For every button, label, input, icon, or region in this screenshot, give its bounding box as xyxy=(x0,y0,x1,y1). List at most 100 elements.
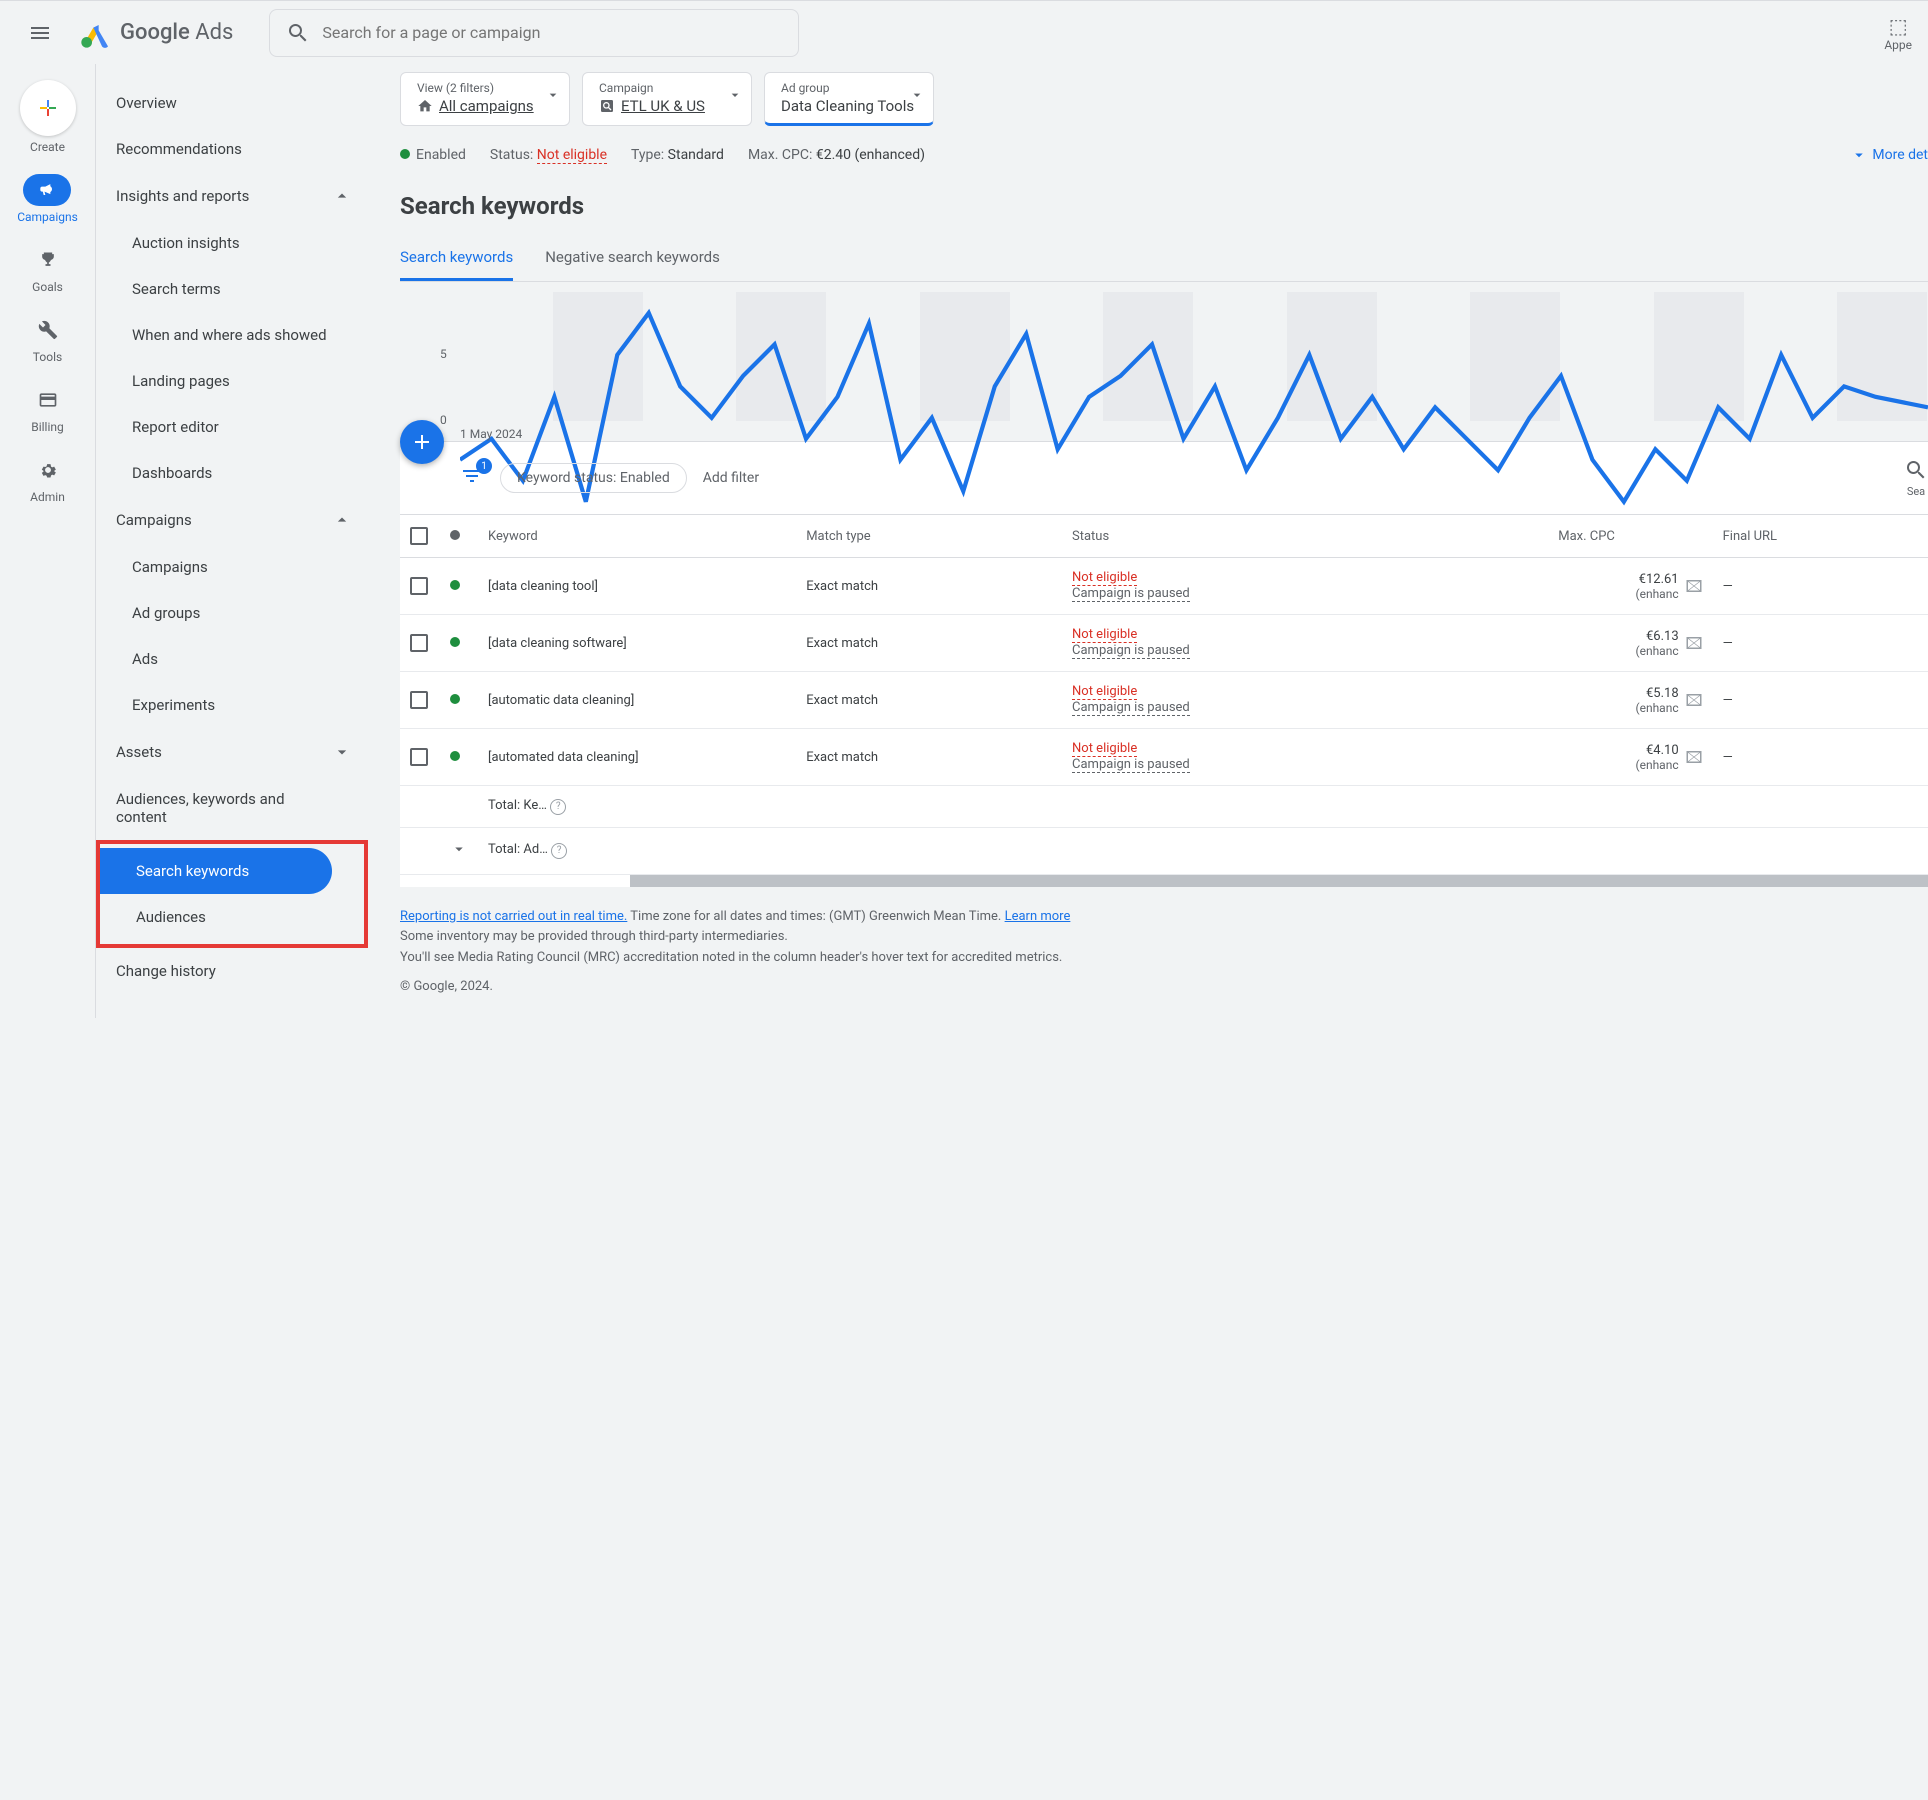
status-cpc: Max. CPC: €2.40 (enhanced) xyxy=(748,147,925,163)
tab-search-keywords[interactable]: Search keywords xyxy=(400,236,513,281)
match-cell: Exact match xyxy=(796,558,1062,615)
dropdown-icon xyxy=(727,87,743,103)
help-icon[interactable]: ? xyxy=(550,799,566,815)
table-row[interactable]: [data cleaning tool] Exact match Not eli… xyxy=(400,558,1928,615)
breadcrumb-adgroup[interactable]: Ad group Data Cleaning Tools xyxy=(764,72,934,126)
status-dot xyxy=(450,637,460,647)
sidebar-assets[interactable]: Assets xyxy=(96,728,376,776)
plus-icon xyxy=(410,430,434,454)
sidebar-search-keywords[interactable]: Search keywords xyxy=(100,848,332,894)
sidebar-dashboards[interactable]: Dashboards xyxy=(96,450,376,496)
row-checkbox[interactable] xyxy=(410,577,428,595)
table-row[interactable]: [data cleaning software] Exact match Not… xyxy=(400,615,1928,672)
sidebar-landing-pages[interactable]: Landing pages xyxy=(96,358,376,404)
sidebar-report-editor[interactable]: Report editor xyxy=(96,404,376,450)
breadcrumb-campaign[interactable]: Campaign ETL UK & US xyxy=(582,72,752,126)
status-dot-header xyxy=(450,530,460,540)
sidebar-when-where[interactable]: When and where ads showed xyxy=(96,312,376,358)
home-icon xyxy=(417,98,433,114)
search-box[interactable] xyxy=(269,9,799,57)
breadcrumb-view[interactable]: View (2 filters) All campaigns xyxy=(400,72,570,126)
row-checkbox[interactable] xyxy=(410,748,428,766)
scrollbar[interactable] xyxy=(630,875,1928,887)
cpc-cell: €12.61(enhanc xyxy=(1461,558,1713,615)
appearance-button[interactable]: ⬚ Appe xyxy=(1884,14,1912,52)
status-dot xyxy=(450,580,460,590)
cpc-cell: €4.10(enhanc xyxy=(1461,729,1713,786)
menu-icon xyxy=(28,21,52,45)
rail-billing[interactable]: Billing xyxy=(24,384,72,434)
select-all-checkbox[interactable] xyxy=(410,527,428,545)
more-details-button[interactable]: More det xyxy=(1850,146,1928,164)
megaphone-icon xyxy=(37,180,57,200)
cpc-cell: €6.13(enhanc xyxy=(1461,615,1713,672)
footer-link-learn[interactable]: Learn more xyxy=(1005,909,1071,924)
table-row[interactable]: [automatic data cleaning] Exact match No… xyxy=(400,672,1928,729)
toolbar-search[interactable]: Sea xyxy=(1904,458,1928,498)
image-off-icon xyxy=(1685,691,1703,709)
filter-button[interactable]: 1 xyxy=(460,464,484,492)
plus-icon xyxy=(36,96,60,120)
match-cell: Exact match xyxy=(796,672,1062,729)
sidebar-overview[interactable]: Overview xyxy=(96,80,376,126)
sidebar-insights[interactable]: Insights and reports xyxy=(96,172,376,220)
keyword-cell: [data cleaning software] xyxy=(478,615,796,672)
sidebar-auction-insights[interactable]: Auction insights xyxy=(96,220,376,266)
card-icon xyxy=(38,390,58,410)
chart: 5 0 1 May 2024 xyxy=(400,292,1928,442)
status-enabled: Enabled xyxy=(400,147,466,163)
sidebar-recommendations[interactable]: Recommendations xyxy=(96,126,376,172)
add-keyword-button[interactable] xyxy=(400,420,444,464)
sidebar-ads[interactable]: Ads xyxy=(96,636,376,682)
row-checkbox[interactable] xyxy=(410,691,428,709)
url-cell: — xyxy=(1713,729,1928,786)
search-icon xyxy=(286,21,310,45)
keyword-cell: [automated data cleaning] xyxy=(478,729,796,786)
cpc-cell: €5.18(enhanc xyxy=(1461,672,1713,729)
highlight-box: Search keywords Audiences xyxy=(96,840,368,948)
sidebar-campaigns[interactable]: Campaigns xyxy=(96,496,376,544)
dropdown-icon xyxy=(545,87,561,103)
chevron-down-icon[interactable] xyxy=(450,840,468,858)
help-icon[interactable]: ? xyxy=(551,843,567,859)
search-small-icon xyxy=(599,98,615,114)
status-cell: Not eligibleCampaign is paused xyxy=(1062,672,1460,729)
total-keywords-row: Total: Ke… ? xyxy=(400,786,1928,828)
status-cell: Not eligibleCampaign is paused xyxy=(1062,615,1460,672)
sidebar-change-history[interactable]: Change history xyxy=(96,948,376,994)
image-off-icon xyxy=(1685,748,1703,766)
filter-chip[interactable]: Keyword status: Enabled xyxy=(500,463,687,493)
footer: Reporting is not carried out in real tim… xyxy=(400,887,1928,1018)
keyword-cell: [data cleaning tool] xyxy=(478,558,796,615)
status-dot xyxy=(450,694,460,704)
status-eligibility: Status: Not eligible xyxy=(490,147,607,163)
rail-tools[interactable]: Tools xyxy=(24,314,72,364)
sidebar-experiments[interactable]: Experiments xyxy=(96,682,376,728)
footer-link-reporting[interactable]: Reporting is not carried out in real tim… xyxy=(400,909,627,924)
status-type: Type: Standard xyxy=(631,147,724,163)
sidebar-audiences-keywords[interactable]: Audiences, keywords and content xyxy=(96,776,376,840)
chevron-down-icon xyxy=(332,742,352,762)
keyword-cell: [automatic data cleaning] xyxy=(478,672,796,729)
url-cell: — xyxy=(1713,672,1928,729)
logo-text-1: Google xyxy=(120,20,190,45)
rail-admin[interactable]: Admin xyxy=(24,454,72,504)
create-button[interactable]: Create xyxy=(20,80,76,154)
logo-text-2: Ads xyxy=(195,20,233,45)
rail-campaigns[interactable]: Campaigns xyxy=(17,174,78,224)
search-input[interactable] xyxy=(322,23,782,42)
row-checkbox[interactable] xyxy=(410,634,428,652)
table-row[interactable]: [automated data cleaning] Exact match No… xyxy=(400,729,1928,786)
status-dot xyxy=(450,751,460,761)
sidebar-ad-groups[interactable]: Ad groups xyxy=(96,590,376,636)
sidebar-campaigns-sub[interactable]: Campaigns xyxy=(96,544,376,590)
url-cell: — xyxy=(1713,558,1928,615)
logo[interactable]: Google Ads xyxy=(80,17,233,49)
rail-goals[interactable]: Goals xyxy=(24,244,72,294)
sidebar-audiences-sub[interactable]: Audiences xyxy=(100,894,356,940)
hamburger-menu[interactable] xyxy=(16,9,64,57)
trophy-icon xyxy=(38,250,58,270)
tab-negative-keywords[interactable]: Negative search keywords xyxy=(545,236,720,281)
add-filter-button[interactable]: Add filter xyxy=(703,470,759,486)
sidebar-search-terms[interactable]: Search terms xyxy=(96,266,376,312)
